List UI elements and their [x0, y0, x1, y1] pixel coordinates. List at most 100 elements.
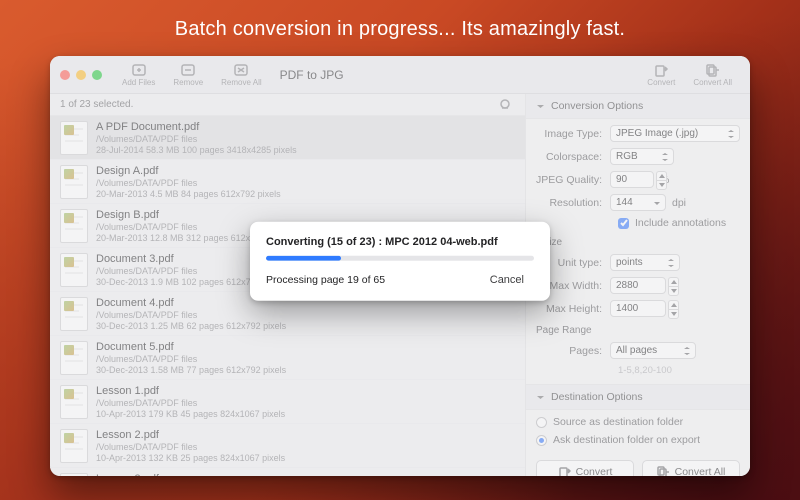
file-meta: 30-Dec-2013 1.58 MB 77 pages 612x792 pix…	[96, 365, 286, 375]
convert-all-button[interactable]: Convert All	[642, 460, 740, 476]
image-type-select[interactable]: JPEG Image (.jpg)	[610, 125, 740, 142]
size-subheader: o size	[536, 237, 740, 248]
file-thumbnail-icon	[60, 429, 88, 463]
resolution-value: 144	[616, 197, 633, 208]
max-height-label: Max Height:	[536, 303, 610, 315]
destination-options-label: Destination Options	[551, 391, 643, 403]
max-width-stepper[interactable]	[668, 277, 679, 296]
file-row[interactable]: Design A.pdf/Volumes/DATA/PDF files20-Ma…	[50, 160, 525, 204]
progress-fill	[266, 256, 341, 261]
file-thumbnail-icon	[60, 473, 88, 476]
convert-all-toolbar-button[interactable]: Convert All	[685, 61, 740, 89]
remove-all-label: Remove All	[221, 78, 261, 87]
export-all-icon	[705, 63, 721, 77]
minimize-icon[interactable]	[76, 70, 86, 80]
jpeg-quality-field[interactable]: 90	[610, 171, 654, 188]
file-path: /Volumes/DATA/PDF files	[96, 222, 265, 232]
app-window: Add Files Remove Remove All PDF to JPG C…	[50, 56, 750, 476]
max-height-stepper[interactable]	[668, 300, 679, 319]
close-icon[interactable]	[60, 70, 70, 80]
pages-value: All pages	[616, 345, 657, 356]
destination-options-header[interactable]: Destination Options	[526, 384, 750, 410]
file-thumbnail-icon	[60, 385, 88, 419]
updown-icon	[666, 257, 676, 269]
file-thumbnail-icon	[60, 209, 88, 243]
colorspace-label: Colorspace:	[536, 151, 610, 163]
convert-toolbar-label: Convert	[647, 78, 675, 87]
options-panel: Conversion Options Image Type: JPEG Imag…	[526, 94, 750, 476]
jpeg-quality-value: 90	[616, 174, 627, 185]
file-path: /Volumes/DATA/PDF files	[96, 134, 297, 144]
max-height-field[interactable]: 1400	[610, 300, 666, 317]
colorspace-select[interactable]: RGB	[610, 148, 674, 165]
include-annotations-label: Include annotations	[635, 217, 726, 229]
jpeg-quality-stepper[interactable]	[656, 171, 667, 190]
minus-square-icon	[180, 63, 196, 77]
unit-type-value: points	[616, 257, 643, 268]
unit-type-select[interactable]: points	[610, 254, 680, 271]
file-name: Document 5.pdf	[96, 341, 286, 353]
sort-button[interactable]	[495, 97, 515, 113]
export-all-icon	[657, 466, 670, 477]
file-meta: 20-Mar-2013 12.8 MB 312 pages 612x792	[96, 233, 265, 243]
pages-label: Pages:	[536, 345, 610, 357]
remove-button[interactable]: Remove	[165, 61, 211, 89]
file-row[interactable]: Lesson 1.pdf/Volumes/DATA/PDF files10-Ap…	[50, 380, 525, 424]
add-files-button[interactable]: Add Files	[114, 61, 163, 89]
file-path: /Volumes/DATA/PDF files	[96, 354, 286, 364]
file-path: /Volumes/DATA/PDF files	[96, 310, 286, 320]
ask-folder-radio[interactable]	[536, 435, 547, 446]
zoom-icon[interactable]	[92, 70, 102, 80]
remove-all-button[interactable]: Remove All	[213, 61, 269, 89]
file-name: Design B.pdf	[96, 209, 265, 221]
cancel-button[interactable]: Cancel	[480, 271, 534, 289]
image-type-label: Image Type:	[536, 128, 610, 140]
colorspace-value: RGB	[616, 151, 638, 162]
jpeg-quality-label: JPEG Quality:	[536, 174, 610, 186]
file-meta: 30-Dec-2013 1.25 MB 62 pages 612x792 pix…	[96, 321, 286, 331]
conversion-options-header[interactable]: Conversion Options	[526, 94, 750, 119]
titlebar: Add Files Remove Remove All PDF to JPG C…	[50, 56, 750, 94]
file-meta: 20-Mar-2013 4.5 MB 84 pages 612x792 pixe…	[96, 189, 281, 199]
file-meta: 28-Jul-2014 58.3 MB 100 pages 3418x4285 …	[96, 145, 297, 155]
progress-dialog: Converting (15 of 23) : MPC 2012 04-web.…	[250, 222, 550, 301]
chevron-down-icon	[536, 102, 545, 111]
file-name: Lesson 2.pdf	[96, 429, 285, 441]
file-name: Design A.pdf	[96, 165, 281, 177]
file-row[interactable]: Lesson 3.pdf/Volumes/DATA/PDF files10-Ap…	[50, 468, 525, 476]
include-annotations-checkbox[interactable]	[618, 218, 629, 229]
convert-button[interactable]: Convert	[536, 460, 634, 476]
selection-count: 1 of 23 selected.	[60, 99, 133, 110]
convert-button-label: Convert	[576, 466, 613, 476]
max-width-field[interactable]: 2880	[610, 277, 666, 294]
chevron-down-icon	[536, 393, 545, 402]
source-folder-radio-label: Source as destination folder	[553, 416, 683, 428]
file-thumbnail-icon	[60, 297, 88, 331]
updown-icon	[660, 151, 670, 163]
file-thumbnail-icon	[60, 121, 88, 155]
source-folder-radio[interactable]	[536, 417, 547, 428]
image-type-value: JPEG Image (.jpg)	[616, 128, 698, 139]
file-meta: 10-Apr-2013 179 KB 45 pages 824x1067 pix…	[96, 409, 285, 419]
add-files-label: Add Files	[122, 78, 155, 87]
file-thumbnail-icon	[60, 253, 88, 287]
ask-folder-radio-label: Ask destination folder on export	[553, 434, 700, 446]
file-row[interactable]: Lesson 2.pdf/Volumes/DATA/PDF files10-Ap…	[50, 424, 525, 468]
file-meta: 10-Apr-2013 132 KB 25 pages 824x1067 pix…	[96, 453, 285, 463]
resolution-select[interactable]: 144	[610, 194, 666, 211]
promo-caption: Batch conversion in progress... Its amaz…	[0, 18, 800, 41]
pages-select[interactable]: All pages	[610, 342, 696, 359]
file-name: A PDF Document.pdf	[96, 121, 297, 133]
remove-label: Remove	[173, 78, 203, 87]
convert-toolbar-button[interactable]: Convert	[639, 61, 683, 89]
file-row[interactable]: A PDF Document.pdf/Volumes/DATA/PDF file…	[50, 116, 525, 160]
file-thumbnail-icon	[60, 165, 88, 199]
file-path: /Volumes/DATA/PDF files	[96, 178, 281, 188]
file-row[interactable]: Document 5.pdf/Volumes/DATA/PDF files30-…	[50, 336, 525, 380]
pages-hint: 1-5,8,20-100	[536, 365, 740, 376]
max-width-value: 2880	[616, 280, 638, 291]
clear-square-icon	[233, 63, 249, 77]
chevron-down-icon	[652, 197, 662, 209]
window-title: PDF to JPG	[280, 68, 344, 82]
convert-all-button-label: Convert All	[675, 466, 726, 476]
